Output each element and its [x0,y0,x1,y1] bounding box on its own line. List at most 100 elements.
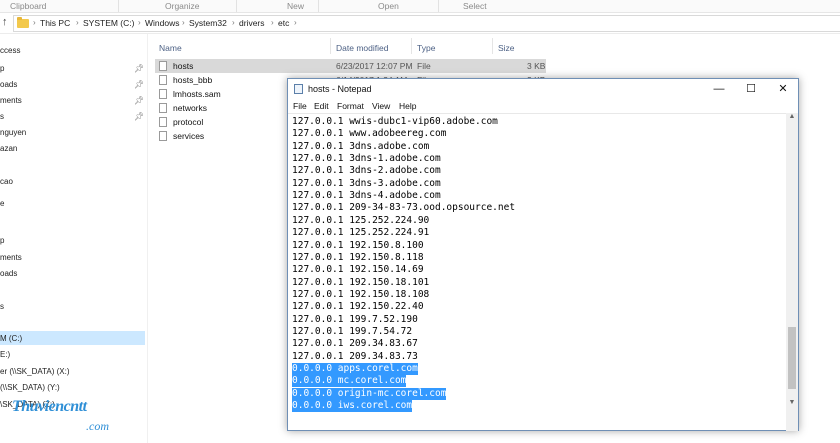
chevron-right-icon: › [232,18,235,27]
file-size: 3 KB [527,61,546,71]
nav-item-drive-y[interactable]: (\\SK_DATA) (Y:) [0,383,60,392]
file-name: lmhosts.sam [173,89,221,99]
text-line: 127.0.0.1 3dns-2.adobe.com [292,165,441,177]
watermark-text: Thuviencntt [12,398,87,415]
scroll-up-icon[interactable]: ▲ [786,113,798,120]
breadcrumb-drivers[interactable]: drivers [239,18,265,28]
text-line: 127.0.0.1 192.150.18.108 [292,288,430,300]
chevron-right-icon: › [138,18,141,27]
nav-item-desktop[interactable]: p [0,64,4,73]
text-line: 127.0.0.1 209.34.83.67 [292,338,418,350]
file-icon [159,89,167,99]
text-line: 0.0.0.0 mc.corel.com [292,375,407,388]
scrollbar-corner [786,411,798,431]
column-name[interactable]: Name [159,43,182,53]
notepad-title-bar[interactable]: hosts - Notepad — ☐ ✕ [288,79,798,99]
text-line: 127.0.0.1 192.150.22.40 [292,301,424,313]
breadcrumb-system32[interactable]: System32 [189,18,227,28]
pin-icon: 📌︎ [134,112,145,121]
file-icon [159,75,167,85]
vertical-scrollbar[interactable]: ▲ ▼ [786,113,798,411]
text-line: 127.0.0.1 3dns-3.adobe.com [292,177,441,189]
text-line: 127.0.0.1 125.252.224.91 [292,227,430,239]
chevron-right-icon: › [76,18,79,27]
file-icon [159,131,167,141]
watermark-domain: .com [86,419,109,433]
file-date: 6/23/2017 12:07 PM [336,61,413,71]
chevron-right-icon: › [271,18,274,27]
nav-item-downloads-2[interactable]: oads [0,269,17,278]
text-line: 127.0.0.1 192.150.18.101 [292,276,430,288]
breadcrumb-etc[interactable]: etc [278,18,289,28]
chevron-right-icon: › [33,18,36,27]
nav-item-drive-e[interactable]: E:) [0,350,10,359]
up-arrow-icon[interactable]: ↑ [2,16,8,28]
navigation-pane: ccess p 📌︎ oads 📌︎ ments 📌︎ s 📌︎ nguyen … [0,34,148,443]
nav-item-system-c[interactable]: M (C:) [0,334,22,343]
menu-format[interactable]: Format [337,101,364,111]
breadcrumb-windows[interactable]: Windows [145,18,179,28]
text-line: 127.0.0.1 wwis-dubc1-vip60.adobe.com [292,116,498,127]
nav-item-cao[interactable]: cao [0,177,13,186]
nav-item-pictures[interactable]: s [0,112,4,121]
text-line: 127.0.0.1 209-34-83-73.ood.opsource.net [292,202,516,214]
ribbon-group-open: Open [378,1,399,11]
address-bar[interactable]: › This PC › SYSTEM (C:) › Windows › Syst… [13,15,840,32]
chevron-right-icon: › [294,18,297,27]
nav-item-downloads[interactable]: oads [0,80,17,89]
file-icon [159,103,167,113]
file-icon [159,61,167,71]
column-date-modified[interactable]: Date modified [336,43,388,53]
file-name: hosts [173,61,194,71]
notepad-window: hosts - Notepad — ☐ ✕ File Edit Format V… [287,78,799,431]
folder-icon [17,17,29,28]
text-line: 127.0.0.1 www.adobeereg.com [292,128,447,140]
nav-item-videos[interactable]: s [0,302,4,311]
notepad-title: hosts - Notepad [308,84,372,94]
scrollbar-thumb[interactable] [788,327,796,389]
minimize-button[interactable]: — [706,81,732,97]
breadcrumb-this-pc[interactable]: This PC [40,18,70,28]
file-row[interactable]: hosts 6/23/2017 12:07 PM File 3 KB [155,59,546,73]
address-bar-row: ↑ › This PC › SYSTEM (C:) › Windows › Sy… [0,13,840,34]
notepad-text-area[interactable]: 127.0.0.1 wwis-dubc1-vip60.adobe.com 127.… [288,113,786,432]
pin-icon: 📌︎ [134,64,145,73]
ribbon-group-organize: Organize [165,1,200,11]
text-line: 0.0.0.0 apps.corel.com [292,363,418,375]
text-line: 127.0.0.1 199.7.52.190 [292,313,418,325]
nav-item-onedrive[interactable]: e [0,199,4,208]
pin-icon: 📌︎ [134,96,145,105]
text-line: 127.0.0.1 3dns-1.adobe.com [292,153,441,165]
column-type[interactable]: Type [417,43,435,53]
text-line: 127.0.0.1 192.150.8.100 [292,239,424,251]
nav-item-desktop-2[interactable]: p [0,236,4,245]
file-type: File [417,61,431,71]
close-button[interactable]: ✕ [770,81,796,97]
nav-item-drive-x[interactable]: er (\\SK_DATA) (X:) [0,367,70,376]
menu-edit[interactable]: Edit [314,101,329,111]
file-name: hosts_bbb [173,75,213,85]
nav-item-documents[interactable]: ments [0,96,22,105]
nav-item-documents-2[interactable]: ments [0,253,22,262]
ribbon-group-labels: Clipboard Organize New Open Select [0,0,840,13]
nav-item-nguyen[interactable]: nguyen [0,128,26,137]
file-name: networks [173,103,208,113]
text-line: 0.0.0.0 origin-mc.corel.com [292,387,447,400]
scroll-down-icon[interactable]: ▼ [786,399,798,406]
nav-item-quick-access[interactable]: ccess [0,46,20,55]
text-line: 127.0.0.1 192.150.14.69 [292,264,424,276]
menu-view[interactable]: View [372,101,390,111]
menu-file[interactable]: File [293,101,307,111]
chevron-right-icon: › [182,18,185,27]
column-size[interactable]: Size [498,43,515,53]
nav-item-azan[interactable]: azan [0,144,17,153]
maximize-button[interactable]: ☐ [738,81,764,97]
ribbon-group-clipboard: Clipboard [10,1,47,11]
menu-help[interactable]: Help [399,101,416,111]
text-line: 127.0.0.1 209.34.83.73 [292,350,418,362]
text-line: 127.0.0.1 3dns.adobe.com [292,140,430,152]
breadcrumb-system-c[interactable]: SYSTEM (C:) [83,18,134,28]
file-name: protocol [173,117,204,127]
ribbon-group-select: Select [463,1,487,11]
text-line: 127.0.0.1 192.150.8.118 [292,251,424,263]
